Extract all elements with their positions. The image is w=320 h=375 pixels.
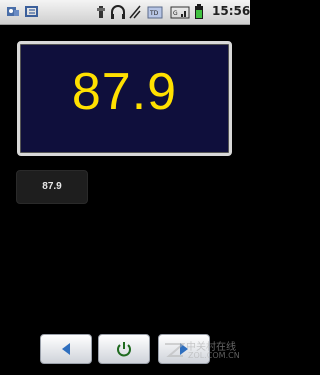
headphones-icon [111, 5, 125, 19]
status-bar: TD G 15:56 [0, 0, 250, 25]
frequency-value: 87.9 [71, 63, 178, 121]
frequency-display: 87.9 [17, 41, 232, 156]
prev-button[interactable] [40, 334, 92, 364]
preset-label: 87.9 [42, 181, 62, 192]
network-3g-icon: TD [147, 6, 163, 19]
status-time: 15:56 [212, 4, 251, 18]
power-button[interactable] [98, 334, 150, 364]
previous-icon [62, 343, 70, 355]
signal-icon [129, 5, 141, 19]
message-icon [25, 6, 38, 17]
usb-icon [97, 6, 105, 18]
svg-text:G: G [173, 10, 178, 17]
battery-icon [195, 4, 203, 19]
preset-button[interactable]: 87.9 [16, 170, 88, 204]
puzzle-icon [7, 7, 19, 16]
watermark-subtext: ZOL.COM.CN [188, 351, 240, 360]
svg-text:TD: TD [149, 10, 159, 17]
watermark-logo-icon [165, 343, 185, 357]
power-icon [117, 342, 131, 357]
signal-bars-icon: G [170, 6, 190, 19]
